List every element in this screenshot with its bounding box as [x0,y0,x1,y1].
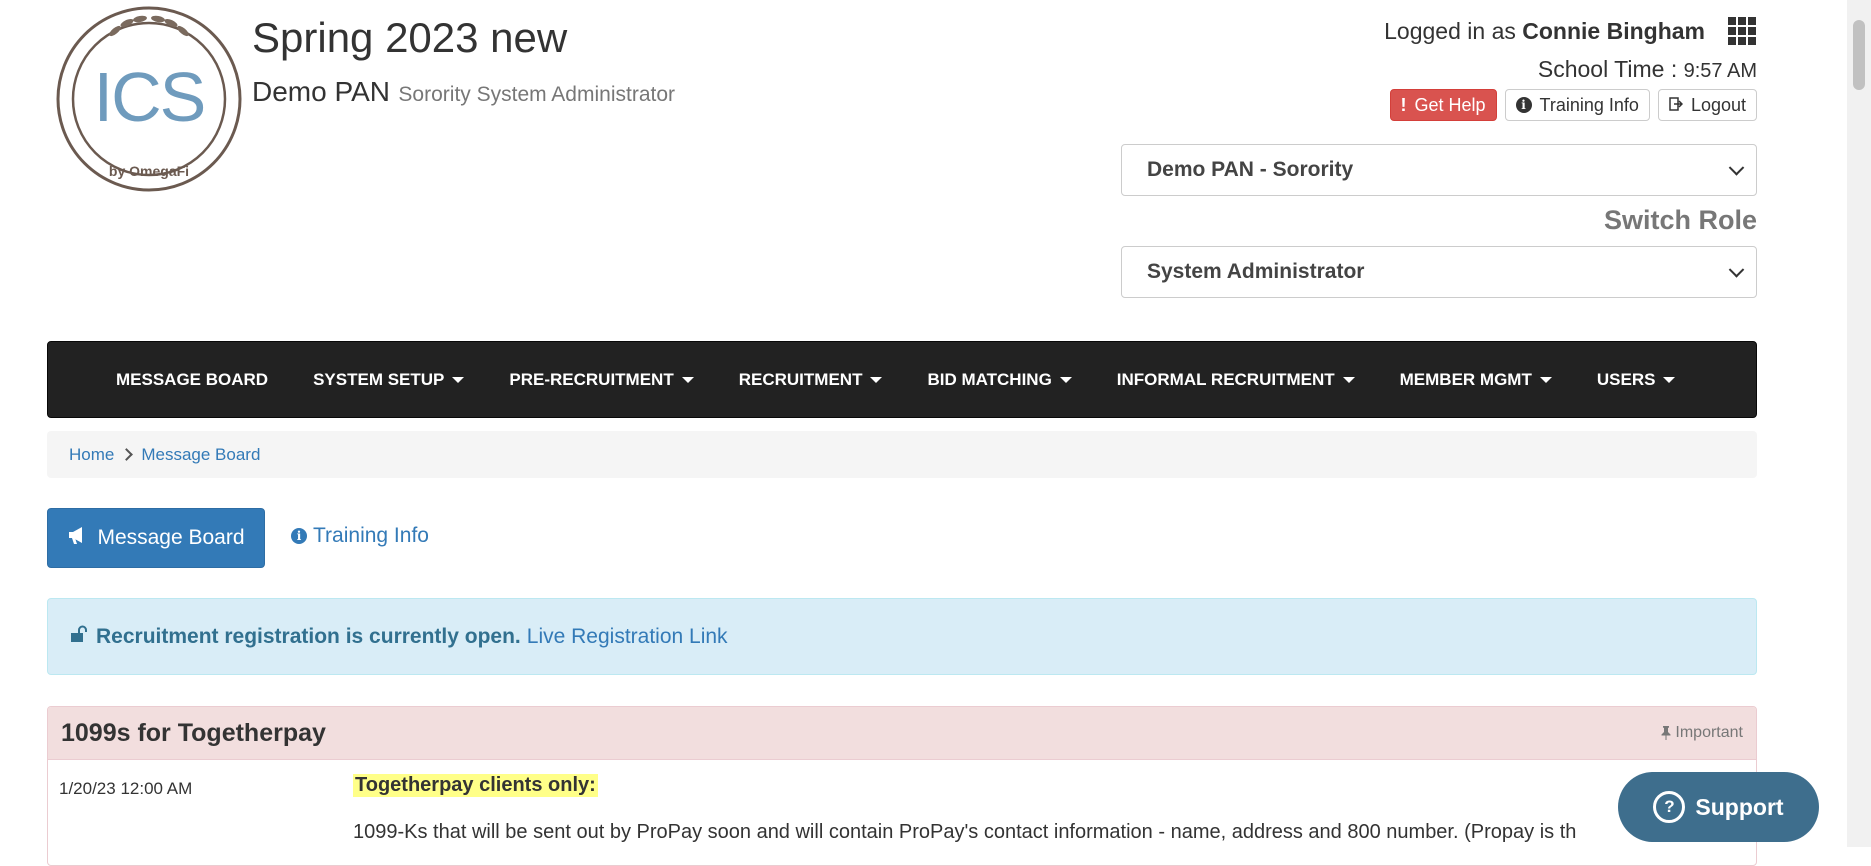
breadcrumb-home[interactable]: Home [69,445,114,465]
nav-pre-recruitment[interactable]: PRE-RECRUITMENT [509,369,694,390]
nav-informal-recruitment[interactable]: INFORMAL RECRUITMENT [1117,370,1355,390]
nav-recruitment[interactable]: RECRUITMENT [739,370,883,390]
nav-label: RECRUITMENT [738,369,863,389]
apps-grid-icon[interactable] [1728,17,1756,45]
user-name[interactable]: Connie Bingham [1522,18,1705,44]
logout-icon [1669,95,1683,116]
post-title: 1099s for Togetherpay [61,718,326,747]
header-buttons: ! Get Help i Training Info Logout [1389,89,1757,121]
logout-button[interactable]: Logout [1657,89,1757,121]
post-body: 1099-Ks that will be sent out by ProPay … [353,821,1577,843]
org-name: Demo PAN [252,76,390,107]
post-heading: Togetherpay clients only: [353,774,598,797]
message-board-button[interactable]: Message Board [47,508,265,568]
pin-icon [1661,726,1671,740]
question-icon: ? [1653,791,1686,823]
unlock-icon [70,625,88,649]
scrollbar-thumb[interactable] [1853,20,1865,90]
page-scrollbar[interactable] [1847,0,1871,847]
info-icon: i [291,528,307,544]
training-info-link-label: Training Info [313,524,429,547]
org-select-value: Demo PAN - Sorority [1147,158,1354,181]
training-info-link[interactable]: i Training Info [291,524,429,548]
nav-label: MEMBER MGMT [1399,369,1532,389]
org-select[interactable]: Demo PAN - Sorority [1121,144,1757,196]
switch-role-label: Switch Role [1603,205,1757,235]
nav-member-mgmt[interactable]: MEMBER MGMT [1400,370,1552,390]
breadcrumb-current[interactable]: Message Board [141,445,260,465]
training-info-label: Training Info [1539,94,1639,115]
caret-down-icon [1059,376,1072,383]
logout-label: Logout [1690,94,1746,115]
training-info-button[interactable]: i Training Info [1504,89,1650,121]
support-button[interactable]: ? Support [1618,772,1819,842]
org-subtitle: Demo PAN Sorority System Administrator [252,76,675,108]
caret-down-icon [1342,376,1355,383]
caret-down-icon [1539,376,1552,383]
page-title: Spring 2023 new [252,14,568,61]
role-name: Sorority System Administrator [398,83,676,106]
support-label: Support [1695,793,1784,820]
live-registration-link[interactable]: Live Registration Link [527,625,728,649]
nav-system-setup[interactable]: SYSTEM SETUP [313,369,465,390]
nav-label: MESSAGE BOARD [116,369,269,389]
logo-text: ICS [93,58,207,136]
alert-text: Recruitment registration is currently op… [96,624,521,648]
get-help-button[interactable]: ! Get Help [1389,89,1497,121]
logo-subtext: by OmegaFi [108,163,190,179]
info-icon: i [1515,97,1532,113]
caret-down-icon [681,376,694,383]
nav-bid-matching[interactable]: BID MATCHING [927,369,1072,390]
ics-logo: ICS by OmegaFi [55,5,243,193]
nav-label: INFORMAL RECRUITMENT [1116,369,1335,389]
nav-label: PRE-RECRUITMENT [509,369,674,389]
message-board-label: Message Board [97,526,245,549]
caret-down-icon [1663,376,1676,383]
nav-users[interactable]: USERS [1597,370,1676,390]
main-navbar: MESSAGE BOARD SYSTEM SETUP PRE-RECRUITME… [47,341,1757,418]
important-label: Important [1675,724,1743,741]
breadcrumb: Home Message Board [47,431,1757,478]
role-select-value: System Administrator [1147,260,1365,283]
chevron-right-icon [120,448,134,461]
nav-label: BID MATCHING [927,369,1052,389]
important-badge: Important [1661,724,1743,742]
nav-label: USERS [1596,369,1656,389]
nav-label: SYSTEM SETUP [313,369,445,389]
get-help-label: Get Help [1414,94,1486,115]
chevron-down-icon [1728,262,1745,278]
role-select[interactable]: System Administrator [1121,246,1757,298]
caret-down-icon [870,376,883,383]
exclamation-icon: ! [1400,94,1407,115]
school-time-value: 9:57 AM [1683,60,1757,82]
megaphone-icon [67,525,89,551]
school-time-label: School Time : [1537,56,1684,82]
registration-alert: Recruitment registration is currently op… [47,598,1757,675]
logged-in-status: Logged in as Connie Bingham [1384,18,1705,45]
chevron-down-icon [1728,160,1745,176]
post-date: 1/20/23 12:00 AM [59,779,193,798]
logged-in-prefix: Logged in as [1384,18,1523,44]
post-header: 1099s for Togetherpay Important [48,707,1756,760]
nav-message-board[interactable]: MESSAGE BOARD [116,370,268,390]
message-post: 1099s for Togetherpay Important 1/20/23 … [47,706,1757,866]
caret-down-icon [452,376,465,383]
school-time: School Time : 9:57 AM [1538,56,1757,83]
